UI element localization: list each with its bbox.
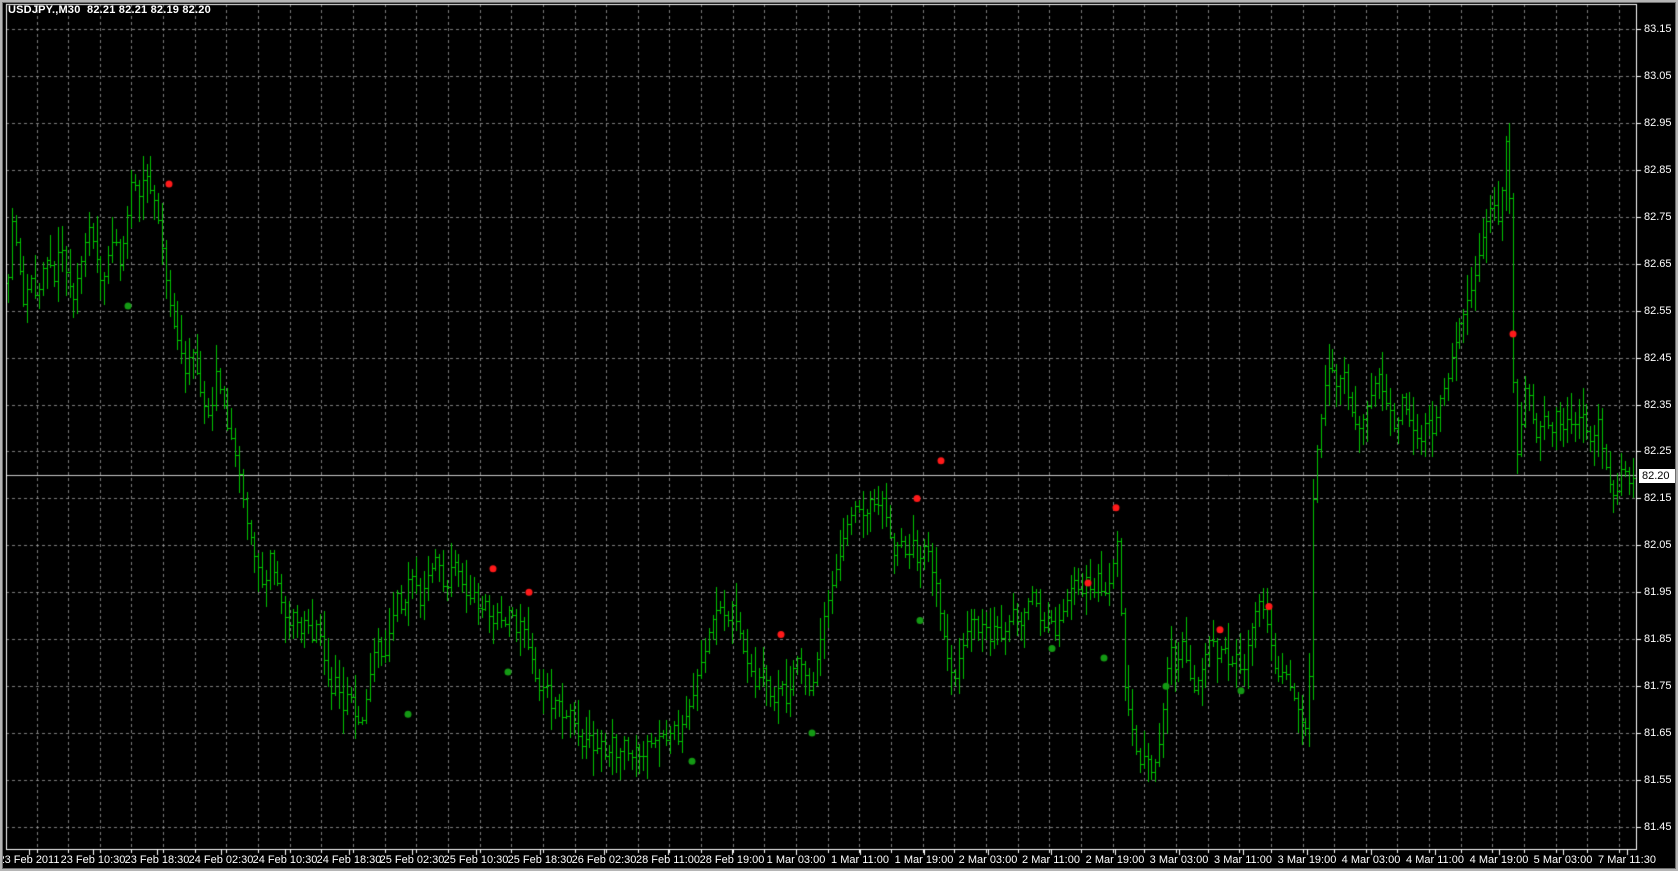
- price-axis-label: 81.65: [1644, 727, 1672, 740]
- chart-title-symbol-ohlc: USDJPY.,M30 82.21 82.21 82.19 82.20: [8, 4, 211, 16]
- price-axis-label: 82.35: [1644, 399, 1672, 412]
- price-axis-label: 83.15: [1644, 23, 1672, 36]
- chart-window: USDJPY.,M30 82.21 82.21 82.19 82.20 83.1…: [0, 0, 1678, 871]
- price-axis-label: 81.85: [1644, 633, 1672, 646]
- price-axis-label: 82.95: [1644, 117, 1672, 130]
- price-axis-label: 82.55: [1644, 305, 1672, 318]
- price-axis-label: 81.45: [1644, 821, 1672, 834]
- price-axis-label: 82.05: [1644, 539, 1672, 552]
- price-axis-label: 83.05: [1644, 70, 1672, 83]
- price-axis-label: 81.75: [1644, 680, 1672, 693]
- price-chart-canvas[interactable]: [0, 0, 1678, 871]
- time-axis-label: 7 Mar 11:30: [1582, 854, 1672, 866]
- price-axis-label: 82.65: [1644, 258, 1672, 271]
- price-axis-label: 82.45: [1644, 352, 1672, 365]
- price-axis-label: 81.55: [1644, 774, 1672, 787]
- price-axis-label: 82.25: [1644, 445, 1672, 458]
- price-axis-label: 82.85: [1644, 164, 1672, 177]
- price-axis-label: 82.15: [1644, 492, 1672, 505]
- bid-price-label: 82.20: [1639, 469, 1678, 483]
- price-axis-label: 81.95: [1644, 586, 1672, 599]
- price-axis-label: 82.75: [1644, 211, 1672, 224]
